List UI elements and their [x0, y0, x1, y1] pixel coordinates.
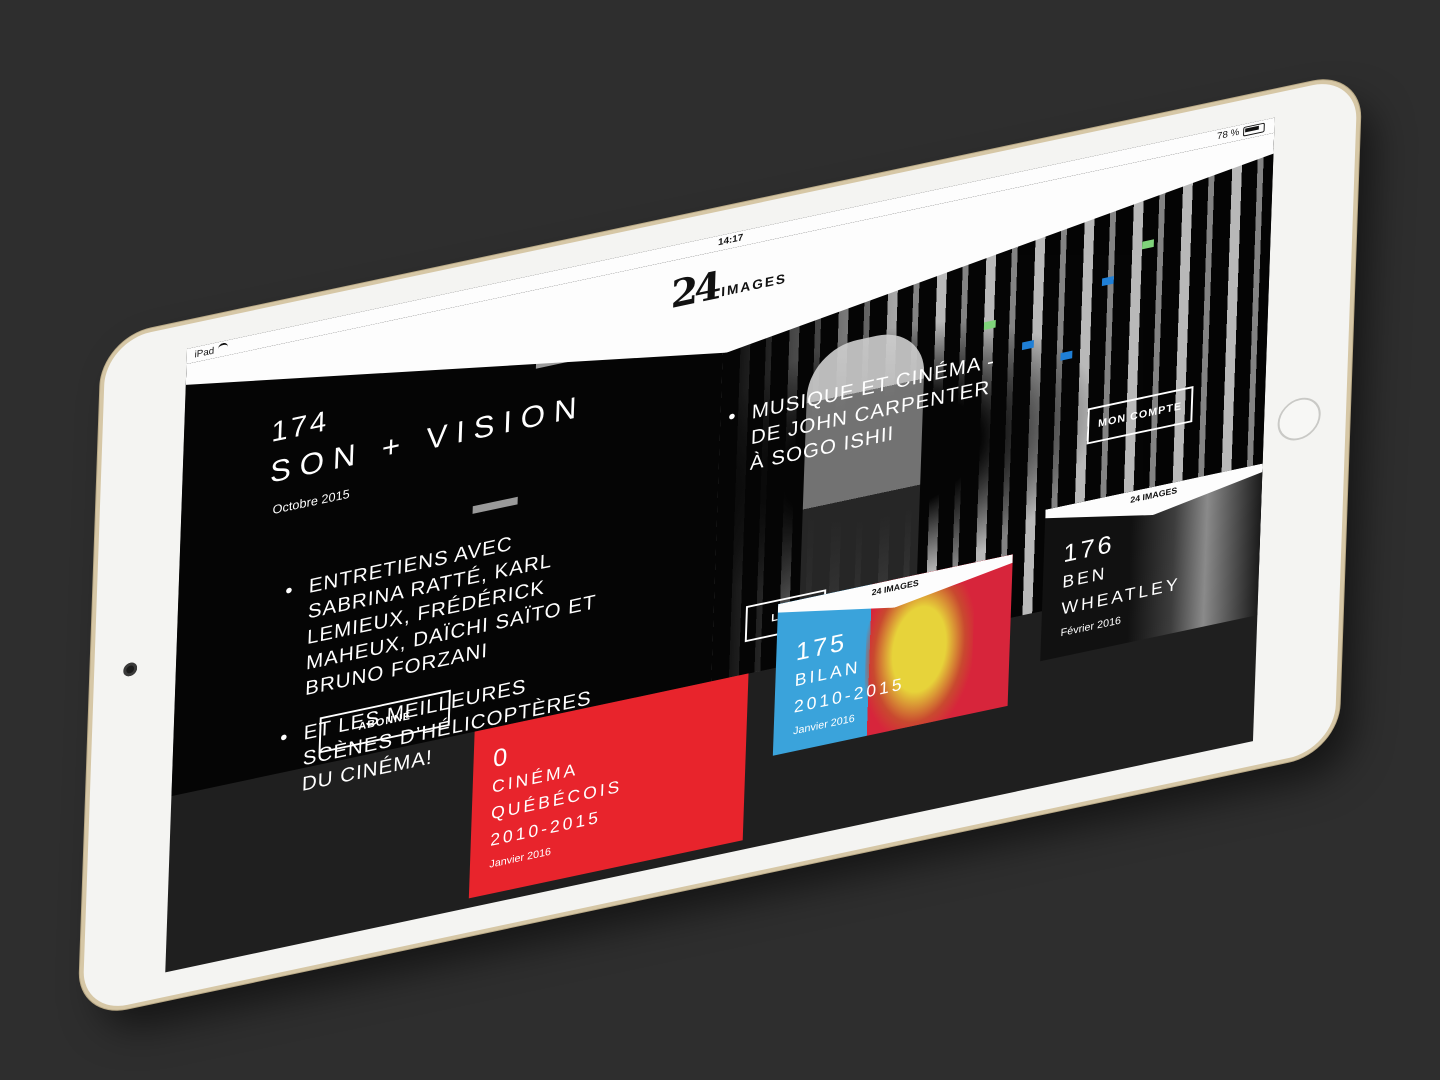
- tile-text: 0 CINÉMA QUÉBÉCOIS 2010-2015 Janvier 201…: [489, 717, 625, 871]
- battery-level: 78 %: [1216, 127, 1240, 143]
- camera-icon: [123, 661, 138, 678]
- logo[interactable]: 24 IMAGES: [670, 253, 788, 314]
- logo-number: 24: [670, 263, 719, 318]
- wifi-icon: [217, 342, 229, 353]
- glitch-pixel: [472, 496, 518, 514]
- battery-icon: [1243, 122, 1265, 137]
- logo-word: IMAGES: [721, 270, 788, 300]
- tablet-frame: iPad 14:17 78 % 174 SON + VISION Octobre…: [82, 75, 1358, 1015]
- app-screen: iPad 14:17 78 % 174 SON + VISION Octobre…: [165, 117, 1275, 973]
- tile-text: 176 BEN WHEATLEY Février 2016: [1060, 514, 1183, 639]
- home-button[interactable]: [1276, 393, 1322, 445]
- status-time: 14:17: [717, 232, 744, 249]
